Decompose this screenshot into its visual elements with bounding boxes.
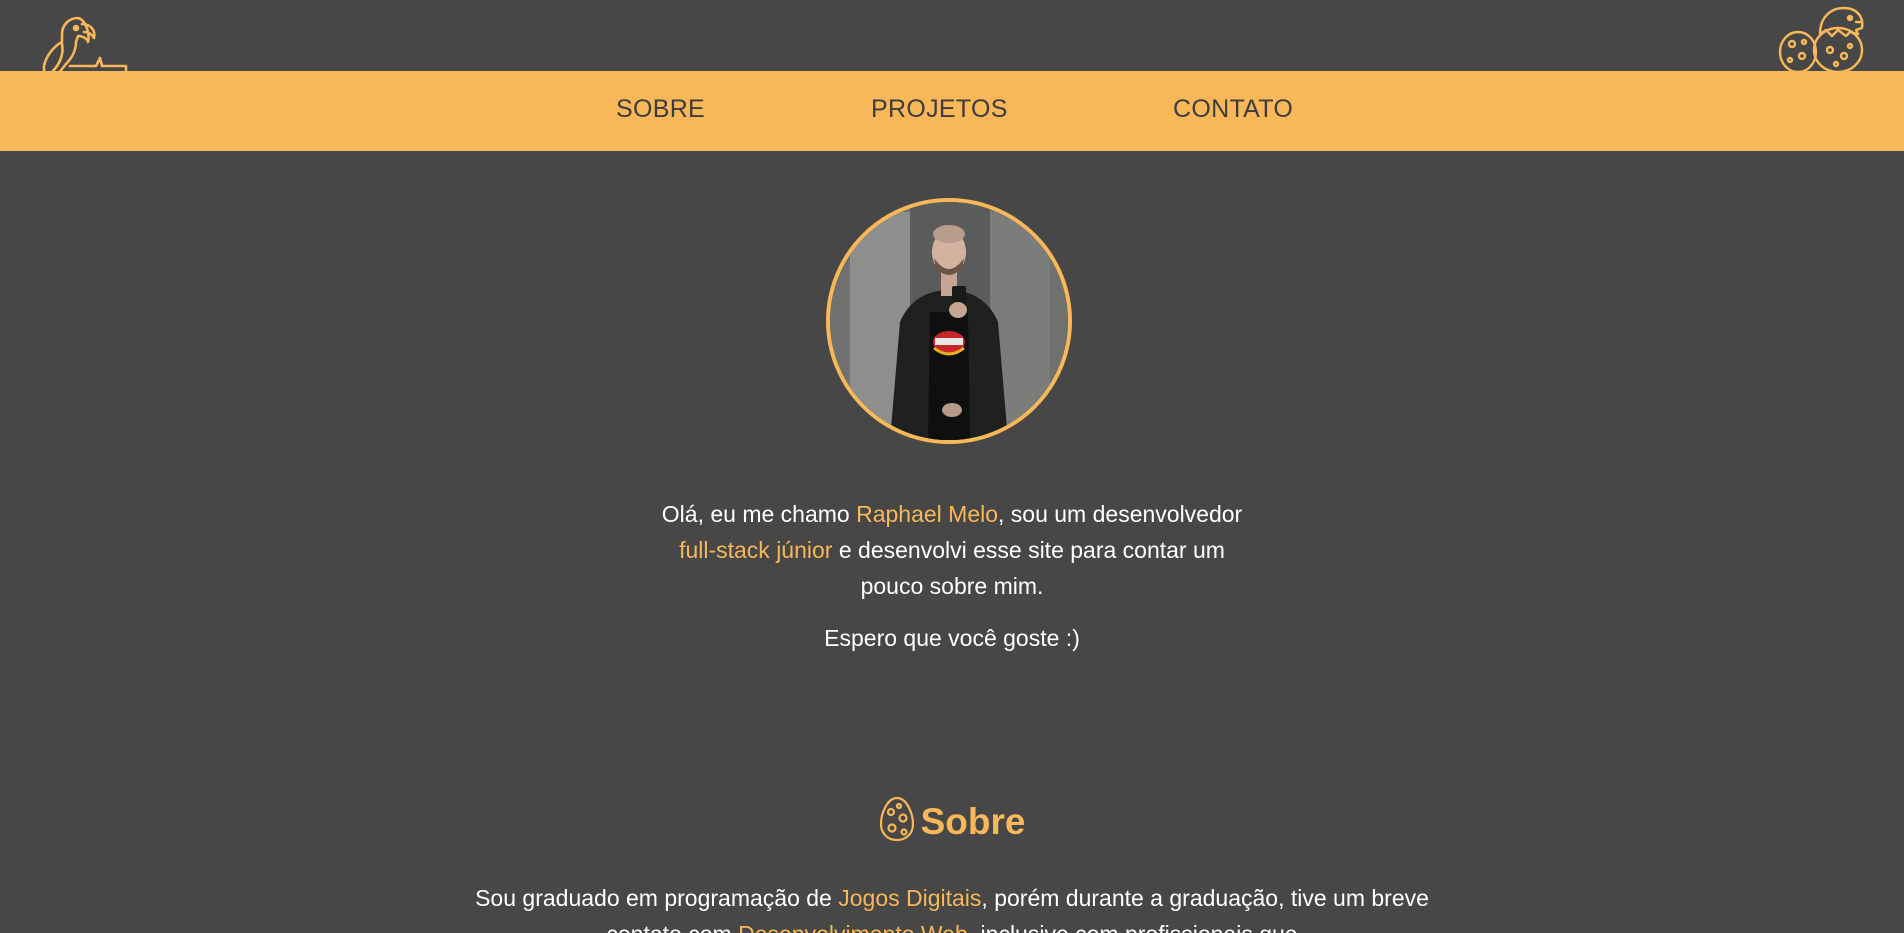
- intro-text-1: Olá, eu me chamo: [661, 501, 857, 527]
- section-title-sobre: Sobre: [0, 796, 1904, 843]
- main-navbar: SOBRE PROJETOS CONTATO: [0, 71, 1904, 151]
- about-text-1: Sou graduado em programação de: [475, 885, 839, 911]
- nav-item-contato[interactable]: CONTATO: [1173, 95, 1293, 124]
- about-text-3: , inclusive com profissionais que: [968, 921, 1298, 933]
- about-paragraph: Sou graduado em programação de Jogos Dig…: [452, 880, 1452, 933]
- about-link-web[interactable]: Desenvolvimento Web: [738, 921, 968, 933]
- intro-closing: Espero que você goste :): [824, 625, 1080, 651]
- dinosaur-eggs-icon[interactable]: [1776, 4, 1868, 74]
- intro-paragraph: Olá, eu me chamo Raphael Melo, sou um de…: [652, 496, 1252, 604]
- intro-section: Olá, eu me chamo Raphael Melo, sou um de…: [652, 496, 1252, 656]
- avatar: [826, 198, 1072, 444]
- section-title-text: Sobre: [920, 801, 1026, 842]
- intro-text-2: , sou um desenvolvedor: [998, 501, 1243, 527]
- nav-item-sobre[interactable]: SOBRE: [616, 95, 705, 124]
- about-link-jogos[interactable]: Jogos Digitais: [838, 885, 981, 911]
- page: SOBRE PROJETOS CONTATO Olá, eu me chamo …: [0, 0, 1904, 933]
- parrot-icon[interactable]: [26, 12, 130, 110]
- egg-icon: [879, 796, 915, 842]
- nav-item-projetos[interactable]: PROJETOS: [871, 95, 1008, 124]
- intro-text-3: e desenvolvi esse site para contar um po…: [832, 537, 1225, 599]
- author-name: Raphael Melo: [856, 501, 999, 527]
- author-role: full-stack júnior: [679, 537, 833, 563]
